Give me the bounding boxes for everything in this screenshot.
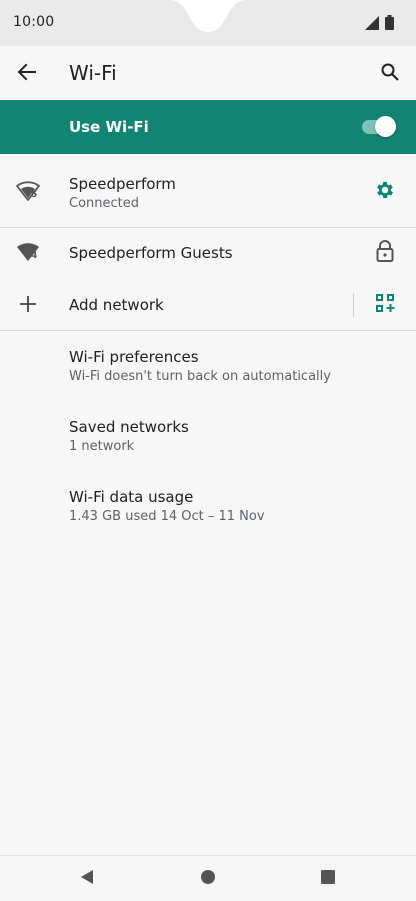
- saved-networks-item[interactable]: Saved networks 1 network: [0, 404, 416, 470]
- wifi-preferences-item[interactable]: Wi-Fi preferences Wi-Fi doesn't turn bac…: [0, 334, 416, 400]
- page-title: Wi-Fi: [69, 61, 117, 85]
- battery-icon: [385, 15, 394, 34]
- setting-subtitle: 1.43 GB used 14 Oct – 11 Nov: [69, 509, 265, 524]
- back-button[interactable]: [13, 60, 41, 88]
- signal-icon: [365, 15, 379, 34]
- plus-icon: [15, 291, 41, 317]
- nav-home-icon: [200, 869, 216, 889]
- arrow-back-icon: [17, 62, 37, 86]
- navigation-bar: [0, 855, 416, 901]
- wifi-badge: 5: [31, 190, 38, 200]
- status-notch: [170, 0, 246, 32]
- network-item-speedperform[interactable]: 5 Speedperform Connected: [0, 158, 416, 226]
- qr-scan-icon: [375, 293, 395, 317]
- wifi-data-usage-item[interactable]: Wi-Fi data usage 1.43 GB used 14 Oct – 1…: [0, 474, 416, 540]
- use-wifi-switch-row[interactable]: Use Wi-Fi: [0, 100, 416, 154]
- setting-title: Wi-Fi data usage: [69, 488, 194, 506]
- toggle-thumb: [375, 116, 396, 137]
- add-network-label: Add network: [69, 296, 164, 314]
- add-network-item[interactable]: Add network: [0, 280, 416, 330]
- nav-home-button[interactable]: [197, 868, 219, 890]
- vertical-divider: [353, 293, 354, 317]
- nav-back-button[interactable]: [76, 868, 98, 890]
- status-bar: 10:00: [0, 0, 416, 46]
- nav-recents-button[interactable]: [317, 868, 339, 890]
- setting-title: Wi-Fi preferences: [69, 348, 199, 366]
- network-settings-button[interactable]: [372, 179, 398, 205]
- wifi-signal-icon: 5: [15, 178, 41, 204]
- setting-subtitle: 1 network: [69, 439, 135, 454]
- wifi-badge: 4: [31, 251, 38, 261]
- setting-subtitle: Wi-Fi doesn't turn back on automatically: [69, 369, 331, 384]
- use-wifi-label: Use Wi-Fi: [69, 118, 149, 136]
- nav-recents-icon: [320, 869, 336, 889]
- status-icons: [365, 15, 394, 34]
- phone-screen: 10:00 Wi-Fi Use Wi-Fi 5 Speedperform Con…: [0, 0, 416, 901]
- network-name: Speedperform: [69, 175, 176, 193]
- setting-title: Saved networks: [69, 418, 189, 436]
- network-name: Speedperform Guests: [69, 244, 233, 262]
- app-bar: Wi-Fi: [0, 46, 416, 100]
- status-time: 10:00: [13, 14, 55, 30]
- network-status: Connected: [69, 196, 140, 211]
- search-button[interactable]: [376, 60, 404, 88]
- divider: [0, 330, 416, 331]
- nav-back-icon: [79, 869, 95, 889]
- lock-icon: [376, 240, 394, 266]
- search-icon: [380, 62, 400, 86]
- qr-scan-button[interactable]: [372, 292, 398, 318]
- use-wifi-toggle[interactable]: [362, 116, 396, 138]
- wifi-signal-icon: 4: [15, 239, 41, 265]
- network-lock-indicator: [372, 240, 398, 266]
- settings-gear-icon: [374, 179, 396, 205]
- network-item-speedperform-guests[interactable]: 4 Speedperform Guests: [0, 228, 416, 278]
